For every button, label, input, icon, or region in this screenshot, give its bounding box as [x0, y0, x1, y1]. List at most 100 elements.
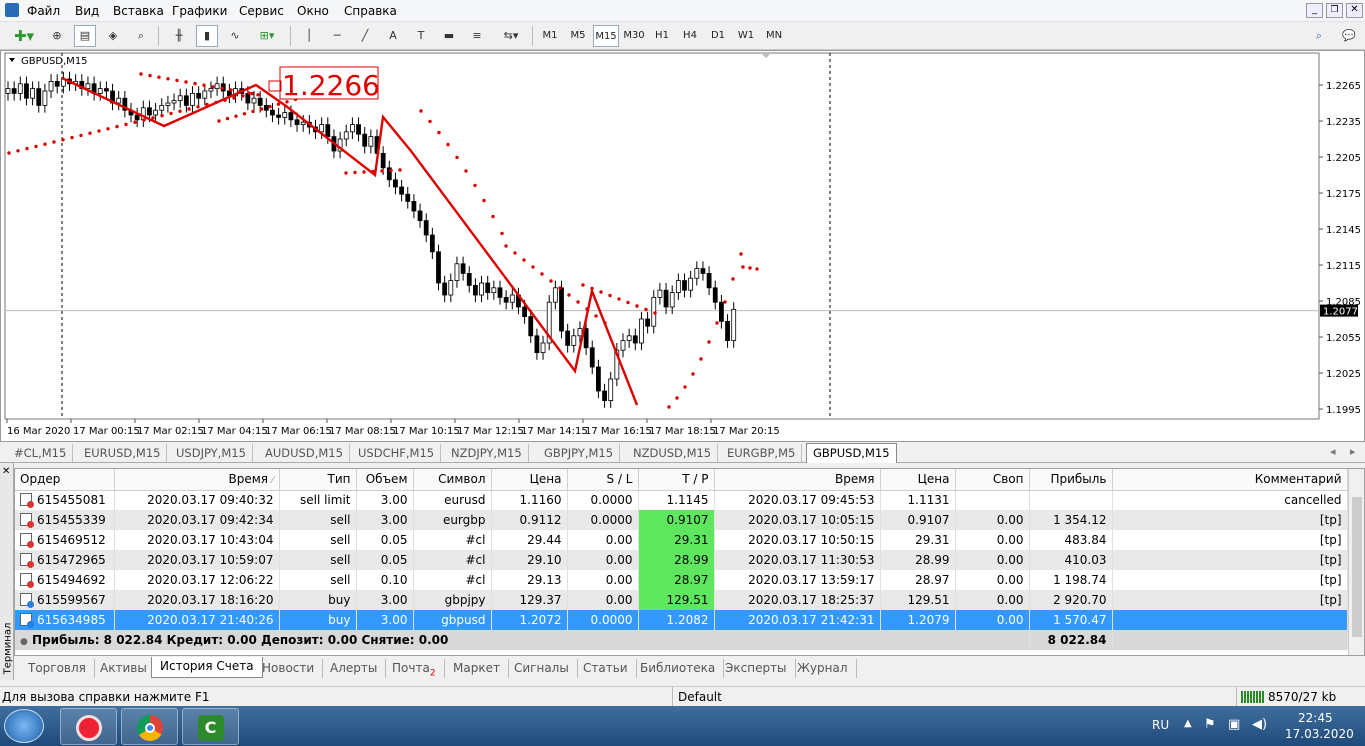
chart-tab-usdjpy[interactable]: USDJPY,M15 — [170, 444, 253, 462]
taskbar-app-camtasia[interactable]: C — [182, 708, 239, 745]
col-profit[interactable]: Прибыль — [1029, 469, 1113, 491]
taskbar-app-chrome[interactable] — [121, 708, 178, 745]
app-icon[interactable] — [5, 3, 19, 17]
new-chart-icon[interactable]: ✚▾ — [8, 25, 40, 47]
volume-icon[interactable]: ◀) — [1252, 717, 1267, 732]
menu-help[interactable]: Справка — [344, 4, 397, 18]
menu-view[interactable]: Вид — [75, 4, 99, 18]
menu-window[interactable]: Окно — [297, 4, 329, 18]
col-swap[interactable]: Своп — [955, 469, 1030, 491]
table-row[interactable]: 615455081 2020.03.17 09:40:32 sell limit 3.… — [15, 490, 1348, 510]
taskbar-app-mt4[interactable] — [60, 708, 117, 745]
tabs-left-arrow-icon[interactable]: ◂ — [1330, 445, 1336, 458]
tray-expand-icon[interactable]: ▲ — [1184, 718, 1192, 729]
minimize-button[interactable]: _ — [1306, 3, 1323, 18]
table-row[interactable]: 615599567 2020.03.17 18:16:20 buy 3.00 gbpjp… — [15, 590, 1348, 610]
table-row[interactable]: 615469512 2020.03.17 10:43:04 sell 0.05 #cl 2… — [15, 530, 1348, 550]
tab-library[interactable]: Библиотека — [632, 659, 725, 678]
close-button[interactable]: ✕ — [1346, 3, 1363, 18]
tab-experts[interactable]: Эксперты — [717, 659, 796, 678]
scrollbar-thumb[interactable] — [1352, 497, 1362, 637]
chart-tab-gbpjpy[interactable]: GBPJPY,M15 — [538, 444, 621, 462]
menu-charts[interactable]: Графики — [172, 4, 227, 18]
col-order[interactable]: Ордер — [15, 469, 115, 491]
chart-tab-eurusd[interactable]: EURUSD,M15 — [78, 444, 168, 462]
indicators-icon[interactable]: ⊞▾ — [252, 25, 282, 47]
tab-signals[interactable]: Сигналы — [506, 659, 578, 678]
table-row[interactable]: 615494692 2020.03.17 12:06:22 sell 0.10 #cl 2… — [15, 570, 1348, 590]
table-scrollbar[interactable] — [1348, 469, 1364, 655]
chat-icon[interactable]: 💬 — [1336, 25, 1362, 47]
chart-tab-nzdusd[interactable]: NZDUSD,M15 — [627, 444, 719, 462]
tab-mail[interactable]: Почта2 — [384, 659, 445, 678]
vertical-line-icon[interactable]: │ — [298, 25, 320, 47]
text-icon[interactable]: A — [382, 25, 404, 47]
chart-tab-usdchf[interactable]: USDCHF,M15 — [352, 444, 442, 462]
restore-button[interactable]: ❐ — [1326, 3, 1343, 18]
col-sl[interactable]: S / L — [567, 469, 639, 491]
tf-m1[interactable]: M1 — [537, 25, 563, 47]
col-type[interactable]: Тип — [279, 469, 357, 491]
col-symbol[interactable]: Символ — [413, 469, 492, 491]
terminal-close-icon[interactable]: ✕ — [2, 466, 10, 477]
col-close-price[interactable]: Цена — [880, 469, 956, 491]
col-tp[interactable]: T / P — [638, 469, 715, 491]
tab-journal[interactable]: Журнал — [789, 659, 857, 678]
tf-m15[interactable]: M15 — [593, 25, 619, 47]
tab-assets[interactable]: Активы — [92, 659, 156, 678]
chart-tab-nzdjpy[interactable]: NZDJPY,M15 — [445, 444, 529, 462]
tab-news[interactable]: Новости — [254, 659, 324, 678]
search-icon[interactable]: ⌕ — [1308, 25, 1330, 47]
price-chart[interactable]: 1.2265 1.2235 1.2205 1.2175 1.2145 1.2115 1.20… — [1, 51, 1364, 441]
start-button[interactable] — [4, 709, 44, 743]
table-row[interactable]: 615455339 2020.03.17 09:42:34 sell 3.00 eurg… — [15, 510, 1348, 530]
chart-tab-cl[interactable]: #CL,M15 — [8, 444, 74, 462]
tab-market[interactable]: Маркет — [445, 659, 509, 678]
trendline-icon[interactable]: ╱ — [354, 25, 376, 47]
crosshair-icon[interactable]: ⊕ — [46, 25, 68, 47]
line-chart-icon[interactable]: ∿ — [224, 25, 246, 47]
chart-tab-gbpusd[interactable]: GBPUSD,M15 — [806, 443, 897, 463]
rectangle-icon[interactable]: ▬ — [438, 25, 460, 47]
chart-tab-eurgbp[interactable]: EURGBP,M5 — [721, 444, 803, 462]
tab-history[interactable]: История Счета — [151, 657, 263, 678]
tab-articles[interactable]: Статьи — [575, 659, 637, 678]
language-indicator[interactable]: RU — [1152, 718, 1169, 732]
menu-insert[interactable]: Вставка — [113, 4, 164, 18]
col-comment[interactable]: Комментарий — [1112, 469, 1348, 491]
text-label-icon[interactable]: T — [410, 25, 432, 47]
tab-alerts[interactable]: Алерты — [322, 659, 387, 678]
menu-tools[interactable]: Сервис — [239, 4, 284, 18]
candles-icon[interactable]: ▮ — [196, 25, 218, 47]
tf-d1[interactable]: D1 — [705, 25, 731, 47]
fibo-icon[interactable]: ≡ — [466, 25, 488, 47]
zoom-icon[interactable]: ⌕ — [130, 25, 152, 47]
navigator-icon[interactable]: ◈ — [102, 25, 124, 47]
network-icon[interactable]: ▣ — [1228, 717, 1240, 732]
col-close-time[interactable]: Время — [714, 469, 881, 491]
chart-tab-audusd[interactable]: AUDUSD,M15 — [259, 444, 350, 462]
clock-time[interactable]: 22:45 — [1298, 711, 1333, 725]
chart-window[interactable]: 1.2265 1.2235 1.2205 1.2175 1.2145 1.2115 1.20… — [0, 50, 1365, 442]
tf-h1[interactable]: H1 — [649, 25, 675, 47]
tf-h4[interactable]: H4 — [677, 25, 703, 47]
candle-body — [196, 93, 202, 99]
tabs-right-arrow-icon[interactable]: ▸ — [1350, 445, 1356, 458]
arrows-icon[interactable]: ⇆▾ — [496, 25, 526, 47]
bar-chart-icon[interactable]: ╫ — [168, 25, 190, 47]
menu-file[interactable]: Файл — [27, 4, 60, 18]
col-time[interactable]: Время ⁄ — [114, 469, 280, 491]
tf-mn[interactable]: MN — [761, 25, 787, 47]
col-price[interactable]: Цена — [491, 469, 568, 491]
flag-icon[interactable]: ⚑ — [1204, 717, 1216, 732]
clock-date[interactable]: 17.03.2020 — [1285, 727, 1354, 741]
tf-m30[interactable]: M30 — [621, 25, 647, 47]
horizontal-line-icon[interactable]: ─ — [326, 25, 348, 47]
tf-m5[interactable]: M5 — [565, 25, 591, 47]
table-row[interactable]: 615472965 2020.03.17 10:59:07 sell 0.05 #cl 2… — [15, 550, 1348, 570]
market-watch-icon[interactable]: ▤ — [74, 25, 96, 47]
table-row[interactable]: 615634985 2020.03.17 21:40:26 buy 3.00 gbpus… — [15, 610, 1348, 630]
tf-w1[interactable]: W1 — [733, 25, 759, 47]
col-volume[interactable]: Объем — [356, 469, 414, 491]
tab-trade[interactable]: Торговля — [20, 659, 95, 678]
